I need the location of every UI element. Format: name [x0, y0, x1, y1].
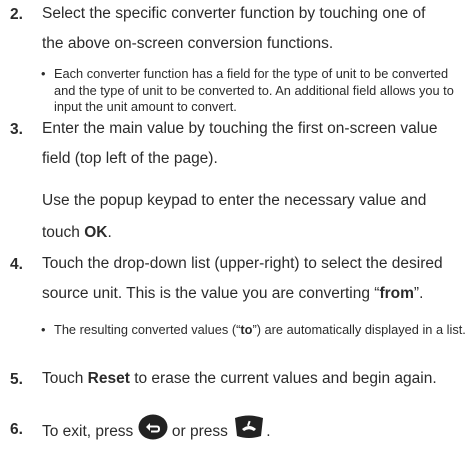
step-line: To exit, press or press .	[42, 414, 470, 450]
step-line: Touch Reset to erase the current values …	[42, 365, 470, 393]
bullet-text: Each converter function has a field for …	[54, 66, 454, 114]
text-fragment: to erase the current values and begin ag…	[129, 370, 437, 387]
text-fragment: ”) are automatically displayed in a list…	[252, 322, 466, 337]
text-fragment: or press	[167, 423, 233, 441]
step-number: 5.	[10, 371, 23, 388]
step-number: 4.	[10, 256, 23, 273]
step-line: Select the specific converter function b…	[42, 5, 426, 22]
text-fragment: .	[266, 423, 271, 441]
step-text: Enter the main value by touching the fir…	[42, 115, 470, 247]
bullet-text: The resulting converted values (“to”) ar…	[54, 322, 471, 339]
step-paragraph-line: Use the popup keypad to enter the necess…	[42, 192, 427, 209]
step-line: Enter the main value by touching the fir…	[42, 120, 438, 137]
text-fragment: .	[107, 224, 112, 241]
bullet-dot: •	[41, 66, 46, 81]
step-number: 2.	[10, 6, 23, 23]
step-number: 3.	[10, 121, 23, 138]
text-fragment: To exit, press	[42, 423, 138, 441]
step-line: source unit. This is the value you are c…	[42, 280, 470, 308]
ok-label: OK	[84, 224, 108, 241]
step-line: field (top left of the page).	[42, 150, 218, 167]
end-call-key-icon	[232, 414, 266, 450]
from-label: from	[379, 285, 414, 302]
reset-label: Reset	[87, 370, 130, 387]
text-fragment: source unit. This is the value you are c…	[42, 285, 380, 302]
to-label: to	[240, 322, 253, 337]
bullet-dot: •	[41, 322, 46, 337]
step-text: To exit, press or press .	[42, 414, 470, 450]
step-line: the above on-screen conversion functions…	[42, 35, 334, 52]
step-number: 6.	[10, 421, 23, 438]
step-text: Touch the drop-down list (upper-right) t…	[42, 250, 470, 308]
back-key-icon	[138, 414, 168, 450]
step-text: Select the specific converter function b…	[42, 0, 470, 58]
text-fragment: ”.	[413, 285, 424, 302]
text-fragment: Touch	[42, 370, 88, 387]
text-fragment: touch	[42, 224, 85, 241]
step-text: Touch Reset to erase the current values …	[42, 365, 470, 393]
step-paragraph-line: touch OK.	[42, 219, 470, 247]
step-line: Touch the drop-down list (upper-right) t…	[42, 255, 443, 272]
text-fragment: The resulting converted values (“	[54, 322, 241, 337]
